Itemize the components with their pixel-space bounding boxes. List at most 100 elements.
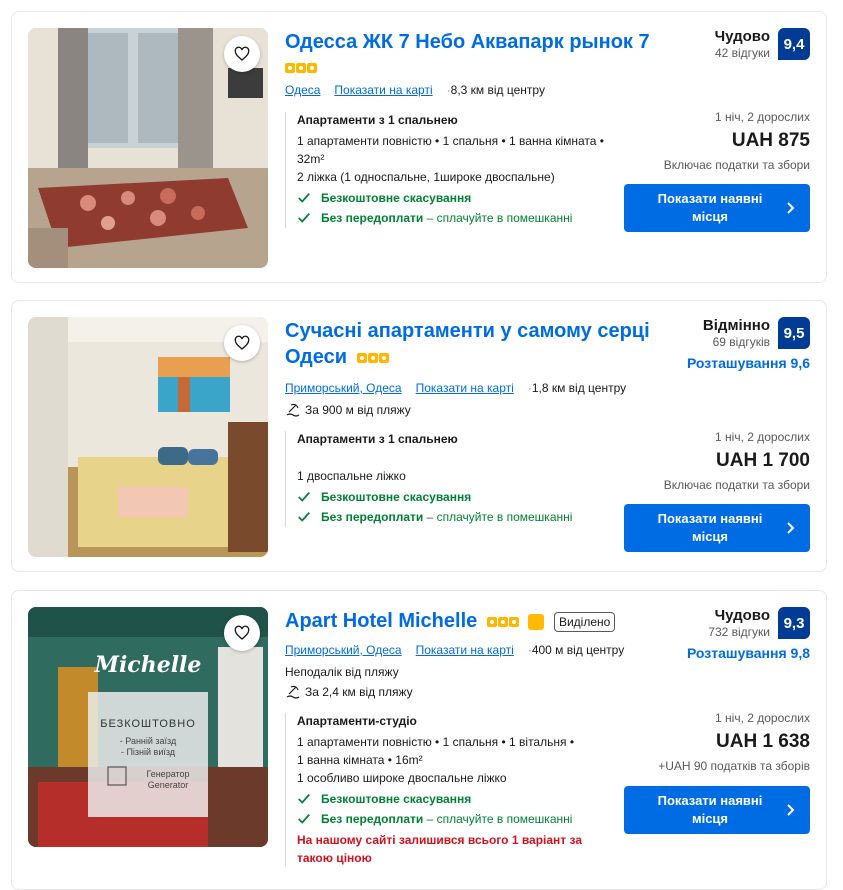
room-info: Апартаменти-студіо 1 апартаменти повніст… xyxy=(285,713,605,867)
show-availability-button[interactable]: Показати наявні місця xyxy=(624,786,810,834)
review-score[interactable]: Чудово 42 відгуки 9,4 xyxy=(715,28,810,60)
room-detail: 1 двоспальне ліжко xyxy=(297,469,406,483)
price: UAH 1 638 xyxy=(716,731,810,752)
review-score[interactable]: Чудово 732 відгуки 9,3 xyxy=(708,607,810,639)
room-title: Апартаменти з 1 спальнею xyxy=(297,113,458,127)
score-label: Чудово xyxy=(714,28,770,45)
review-score[interactable]: Відмінно 69 відгуків 9,5 xyxy=(703,317,810,349)
review-count: 69 відгуків xyxy=(712,335,770,349)
price-block: 1 ніч, 2 дорослих UAH 1 638 +UAH 90 пода… xyxy=(658,711,810,773)
highlighted-badge: Виділено xyxy=(553,611,616,632)
room-detail: 32m² xyxy=(297,152,325,166)
star-icon xyxy=(296,62,306,73)
scarcity-warning: На нашому сайті залишився всього 1 варіа… xyxy=(297,833,582,865)
taxes-note: Включає податки та збори xyxy=(663,478,810,492)
show-availability-label: Показати наявні місця xyxy=(657,793,763,826)
no-prepayment-text: Без передоплати xyxy=(321,812,424,826)
property-card[interactable]: Одесса ЖК 7 Небо Аквапарк рынок 7 Одеса … xyxy=(11,11,827,283)
room-detail: 1 апартаменти повністю • 1 спальня • 1 в… xyxy=(297,735,575,749)
show-on-map-link[interactable]: Показати на карті xyxy=(416,381,514,395)
price-block: 1 ніч, 2 дорослих UAH 1 700 Включає пода… xyxy=(664,430,810,492)
property-title-line[interactable]: Сучасні апартаменти у самому серці xyxy=(285,318,650,344)
property-card[interactable]: Michelle БЕЗКОШТОВНО - Ранній заїзд - Пі… xyxy=(11,590,827,890)
property-photo[interactable] xyxy=(28,317,268,557)
star-rating xyxy=(285,60,317,74)
checkmark-icon xyxy=(298,794,310,804)
taxes-note: Включає податки та збори xyxy=(663,158,810,172)
taxes-note: +UAH 90 податків та зборів xyxy=(658,759,810,773)
chevron-right-icon xyxy=(787,804,795,816)
property-title[interactable]: Одесса ЖК 7 Небо Аквапарк рынок 7 xyxy=(285,29,650,55)
property-card[interactable]: Сучасні апартаменти у самому серці Одеси… xyxy=(11,300,827,572)
star-rating xyxy=(486,616,519,627)
star-icon xyxy=(486,616,497,627)
beach-distance-text: За 900 м від пляжу xyxy=(305,403,411,417)
thumbs-up-icon xyxy=(528,613,545,630)
no-prepayment-sub: – сплачуйте в помешканні xyxy=(426,812,573,826)
star-icon xyxy=(378,352,389,363)
beach-icon xyxy=(286,685,300,699)
room-detail: 1 апартаменти повністю • 1 спальня • 1 в… xyxy=(297,134,604,148)
distance-value: 8,3 км від центру xyxy=(450,83,545,97)
free-cancellation-text: Безкоштовне скасування xyxy=(321,792,472,806)
location-line: Приморський, Одеса Показати на карті · 1… xyxy=(285,381,626,395)
score-label: Відмінно xyxy=(702,317,770,334)
free-cancellation-text: Безкоштовне скасування xyxy=(321,191,472,205)
show-availability-button[interactable]: Показати наявні місця xyxy=(624,184,810,232)
property-title[interactable]: Сучасні апартаменти у самому серці Одеси xyxy=(285,318,650,370)
property-title-text[interactable]: Apart Hotel Michelle xyxy=(285,610,477,632)
room-title: Апартаменти з 1 спальнею xyxy=(297,432,458,446)
no-prepayment: Без передоплати – сплачуйте в помешканні xyxy=(297,208,605,228)
beach-distance: За 900 м від пляжу xyxy=(285,403,411,417)
free-cancellation-text: Безкоштовне скасування xyxy=(321,490,472,504)
favorite-heart-icon[interactable] xyxy=(224,325,260,361)
area-link[interactable]: Приморський, Одеса xyxy=(285,381,402,395)
free-cancellation: Безкоштовне скасування xyxy=(297,487,605,507)
checkmark-icon xyxy=(298,512,310,522)
price-block: 1 ніч, 2 дорослих UAH 875 Включає податк… xyxy=(664,110,810,172)
beach-distance: За 2,4 км від пляжу xyxy=(285,685,413,699)
review-count: 732 відгуки xyxy=(708,625,770,639)
location-line: Приморський, Одеса Показати на карті · 4… xyxy=(285,643,624,657)
score-badge: 9,4 xyxy=(778,28,810,60)
review-count: 42 відгуки xyxy=(714,46,770,60)
favorite-heart-icon[interactable] xyxy=(224,36,260,72)
price: UAH 875 xyxy=(731,130,810,151)
no-prepayment: Без передоплати – сплачуйте в помешканні xyxy=(297,809,605,829)
show-availability-button[interactable]: Показати наявні місця xyxy=(624,504,810,552)
favorite-heart-icon[interactable] xyxy=(224,615,260,651)
property-title-line[interactable]: Одеси xyxy=(285,346,347,368)
stay-length: 1 ніч, 2 дорослих xyxy=(715,430,810,444)
score-badge: 9,5 xyxy=(778,317,810,349)
star-icon xyxy=(285,62,295,73)
property-photo[interactable]: Michelle БЕЗКОШТОВНО - Ранній заїзд - Пі… xyxy=(28,607,268,847)
property-title-text[interactable]: Одесса ЖК 7 Небо Аквапарк рынок 7 xyxy=(285,31,650,53)
show-availability-label: Показати наявні місця xyxy=(657,511,763,544)
distance-text: · 8,3 км від центру xyxy=(446,83,545,97)
no-prepayment-sub: – сплачуйте в помешканні xyxy=(426,211,573,225)
distance-value: 400 м від центру xyxy=(531,643,625,657)
location-score: Розташування 9,8 xyxy=(686,645,810,661)
checkmark-icon xyxy=(298,193,310,203)
star-icon xyxy=(307,62,317,73)
show-on-map-link[interactable]: Показати на карті xyxy=(334,83,432,97)
checkmark-icon xyxy=(298,814,310,824)
star-icon xyxy=(508,616,519,627)
show-availability-label: Показати наявні місця xyxy=(657,191,763,224)
area-link[interactable]: Одеса xyxy=(285,83,320,97)
near-beach-text: Неподалік від пляжу xyxy=(285,665,399,679)
room-info: Апартаменти з 1 спальнею 1 апартаменти п… xyxy=(285,112,605,228)
star-rating xyxy=(356,352,389,363)
score-label: Чудово xyxy=(714,607,770,624)
checkmark-icon xyxy=(298,492,310,502)
photo-promo-text: - Ранній заїзд xyxy=(120,736,177,746)
property-photo[interactable] xyxy=(28,28,268,268)
property-title[interactable]: Apart Hotel Michelle Виділено xyxy=(285,608,616,634)
location-score: Розташування 9,6 xyxy=(686,355,810,371)
room-detail: 2 ліжка (1 односпальне, 1широке двоспаль… xyxy=(297,170,555,184)
area-link[interactable]: Приморський, Одеса xyxy=(285,643,402,657)
show-on-map-link[interactable]: Показати на карті xyxy=(416,643,514,657)
room-title: Апартаменти-студіо xyxy=(297,714,417,728)
score-badge: 9,3 xyxy=(778,607,810,639)
stay-length: 1 ніч, 2 дорослих xyxy=(715,110,810,124)
